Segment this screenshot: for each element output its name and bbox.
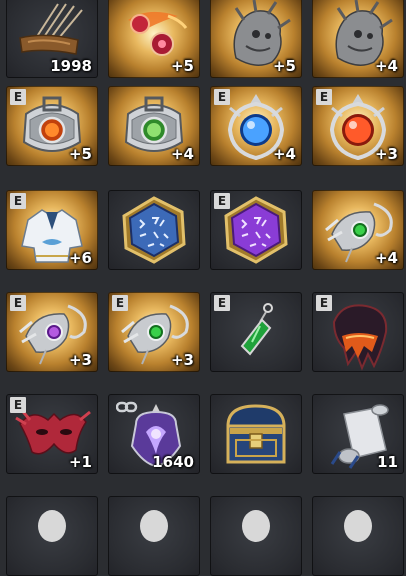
inventory-slot[interactable]: E +6	[6, 190, 98, 270]
equipped-badge: E	[214, 295, 230, 311]
partial-item-icon	[38, 510, 66, 542]
inventory-slot[interactable]: 11	[312, 394, 404, 474]
equipped-badge: E	[10, 89, 26, 105]
inventory-slot[interactable]: +5	[210, 0, 302, 78]
item-count: +3	[170, 351, 194, 369]
item-count: 11	[377, 453, 398, 471]
inventory-slot[interactable]	[210, 394, 302, 474]
inventory-grid: 1998 +5 +5 +4 E +5 +4 E +4 E +3 E +6 E +…	[0, 0, 406, 576]
inventory-slot[interactable]: 1640	[108, 394, 200, 474]
item-count: +4	[374, 249, 398, 267]
inventory-slot[interactable]: E +3	[312, 86, 404, 166]
item-count: +4	[272, 145, 296, 163]
item-count: +5	[68, 145, 92, 163]
rune-stone-blue-icon	[122, 196, 186, 264]
treasure-chest-icon	[226, 404, 286, 464]
partial-item-icon	[344, 510, 372, 542]
inventory-slot[interactable]: +4	[312, 0, 404, 78]
item-count: +5	[170, 57, 194, 75]
equipped-badge: E	[112, 295, 128, 311]
inventory-slot[interactable]: E +4	[210, 86, 302, 166]
partial-item-icon	[242, 510, 270, 542]
item-count: 1998	[50, 57, 92, 75]
inventory-slot[interactable]: E +5	[6, 86, 98, 166]
partial-item-icon	[140, 510, 168, 542]
inventory-slot[interactable]	[312, 496, 404, 576]
equipped-badge: E	[214, 193, 230, 209]
inventory-slot[interactable]: E	[210, 190, 302, 270]
inventory-slot[interactable]	[108, 190, 200, 270]
equipped-badge: E	[10, 295, 26, 311]
item-count: +3	[68, 351, 92, 369]
item-count: +4	[170, 145, 194, 163]
inventory-slot[interactable]: E	[312, 292, 404, 372]
equipped-badge: E	[316, 89, 332, 105]
item-count: +5	[272, 57, 296, 75]
item-count: +1	[68, 453, 92, 471]
inventory-slot[interactable]	[6, 496, 98, 576]
chain-link-icon	[116, 401, 138, 413]
item-count: +6	[68, 249, 92, 267]
equipped-badge: E	[214, 89, 230, 105]
equipped-badge: E	[10, 193, 26, 209]
inventory-slot[interactable]: E +3	[6, 292, 98, 372]
inventory-slot[interactable]: E +3	[108, 292, 200, 372]
inventory-slot[interactable]: +4	[312, 190, 404, 270]
inventory-slot[interactable]: +4	[108, 86, 200, 166]
inventory-slot[interactable]	[210, 496, 302, 576]
equipped-badge: E	[10, 397, 26, 413]
inventory-slot[interactable]: E +1	[6, 394, 98, 474]
item-count: +3	[374, 145, 398, 163]
inventory-slot[interactable]: E	[210, 292, 302, 372]
item-count: +4	[374, 57, 398, 75]
item-count: 1640	[152, 453, 194, 471]
equipped-badge: E	[316, 295, 332, 311]
inventory-slot[interactable]	[108, 496, 200, 576]
inventory-slot[interactable]: +5	[108, 0, 200, 78]
inventory-slot[interactable]: 1998	[6, 0, 98, 78]
